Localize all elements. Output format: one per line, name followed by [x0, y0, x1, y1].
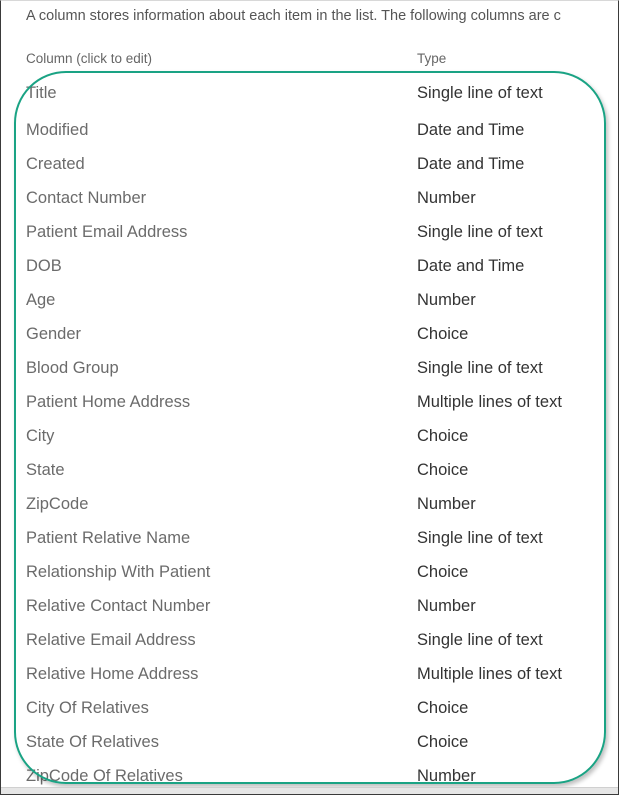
column-name-link[interactable]: ZipCode Of Relatives: [26, 767, 183, 786]
table-row: Created Date and Time: [1, 154, 618, 188]
table-row: Blood Group Single line of text: [1, 358, 618, 392]
column-type: Single line of text: [417, 84, 543, 102]
columns-description: A column stores information about each i…: [26, 8, 561, 24]
column-type: Single line of text: [417, 223, 543, 241]
column-type: Choice: [417, 563, 469, 581]
table-row: Title Single line of text: [1, 83, 618, 120]
table-row: Modified Date and Time: [1, 120, 618, 154]
table-row: Patient Home Address Multiple lines of te…: [1, 392, 618, 426]
column-name-link[interactable]: Modified: [26, 121, 88, 140]
column-name-link[interactable]: Relative Home Address: [26, 665, 198, 684]
column-type: Choice: [417, 733, 469, 751]
table-row: DOB Date and Time: [1, 256, 618, 290]
column-type: Choice: [417, 461, 469, 479]
column-name-link[interactable]: Blood Group: [26, 359, 119, 378]
column-name-link[interactable]: State Of Relatives: [26, 733, 159, 752]
column-name-link[interactable]: Age: [26, 291, 55, 310]
column-type: Number: [417, 767, 476, 785]
bottom-strip: [1, 787, 618, 794]
column-name-link[interactable]: Relative Email Address: [26, 631, 196, 650]
table-row: Relative Home Address Multiple lines of t…: [1, 664, 618, 698]
table-row: Relative Contact Number Number: [1, 596, 618, 630]
table-row: City Choice: [1, 426, 618, 460]
column-type: Date and Time: [417, 257, 525, 275]
column-type: Multiple lines of text: [417, 665, 562, 683]
column-type: Single line of text: [417, 359, 543, 377]
column-name-link[interactable]: Title: [26, 84, 57, 103]
column-name-link[interactable]: City: [26, 427, 54, 446]
table-row: Gender Choice: [1, 324, 618, 358]
column-name-link[interactable]: Created: [26, 155, 85, 174]
table-row: Age Number: [1, 290, 618, 324]
column-header-name: Column (click to edit): [26, 51, 153, 66]
column-type: Multiple lines of text: [417, 393, 562, 411]
column-name-link[interactable]: Patient Home Address: [26, 393, 190, 412]
column-name-link[interactable]: Relative Contact Number: [26, 597, 210, 616]
screenshot-frame: A column stores information about each i…: [0, 0, 619, 795]
column-type: Date and Time: [417, 155, 525, 173]
table-row: ZipCode Number: [1, 494, 618, 528]
column-type: Number: [417, 495, 476, 513]
column-type: Choice: [417, 699, 469, 717]
column-name-link[interactable]: Relationship With Patient: [26, 563, 210, 582]
column-type: Number: [417, 291, 476, 309]
table-row: Relative Email Address Single line of tex…: [1, 630, 618, 664]
table-row: Contact Number Number: [1, 188, 618, 222]
column-type: Date and Time: [417, 121, 525, 139]
column-name-link[interactable]: DOB: [26, 257, 62, 276]
columns-table: Title Single line of text Modified Date and…: [1, 83, 618, 794]
column-name-link[interactable]: Gender: [26, 325, 81, 344]
table-row: Patient Relative Name Single line of text: [1, 528, 618, 562]
table-row: Relationship With Patient Choice: [1, 562, 618, 596]
column-type: Single line of text: [417, 631, 543, 649]
column-type: Choice: [417, 325, 469, 343]
column-type: Choice: [417, 427, 469, 445]
column-name-link[interactable]: Patient Email Address: [26, 223, 187, 242]
column-name-link[interactable]: Patient Relative Name: [26, 529, 190, 548]
table-row: City Of Relatives Choice: [1, 698, 618, 732]
table-row: State Choice: [1, 460, 618, 494]
column-name-link[interactable]: State: [26, 461, 65, 480]
column-name-link[interactable]: Contact Number: [26, 189, 146, 208]
column-type: Single line of text: [417, 529, 543, 547]
column-name-link[interactable]: ZipCode: [26, 495, 88, 514]
column-name-link[interactable]: City Of Relatives: [26, 699, 149, 718]
column-type: Number: [417, 189, 476, 207]
table-row: Patient Email Address Single line of text: [1, 222, 618, 256]
column-type: Number: [417, 597, 476, 615]
column-header-type: Type: [417, 51, 447, 66]
table-row: State Of Relatives Choice: [1, 732, 618, 766]
